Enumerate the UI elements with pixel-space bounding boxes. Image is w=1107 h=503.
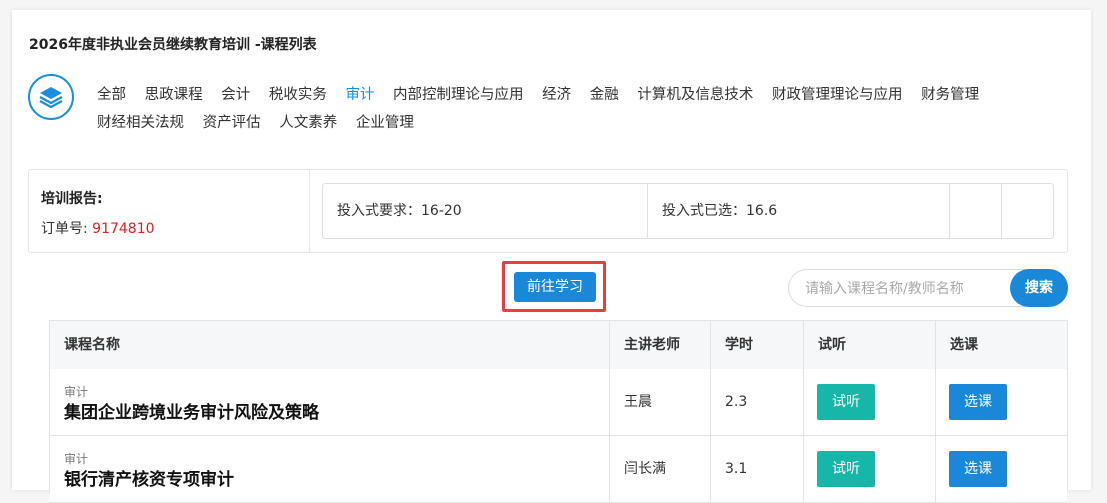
select-cell: 选课 — [936, 436, 1067, 502]
report-info: 培训报告: 订单号: 9174810 — [29, 170, 310, 252]
teacher-cell: 王晨 — [610, 369, 711, 435]
listen-button[interactable]: 试听 — [817, 451, 875, 487]
training-report-panel: 培训报告: 订单号: 9174810 投入式要求：16-20 投入式已选：16.… — [28, 169, 1068, 253]
table-header: 课程名称 主讲老师 学时 试听 选课 — [50, 321, 1067, 370]
hours-cell: 2.3 — [711, 369, 804, 435]
category-accounting[interactable]: 会计 — [221, 87, 250, 103]
header-teacher: 主讲老师 — [610, 321, 711, 369]
course-name: 集团企业跨境业务审计风险及策略 — [64, 403, 319, 423]
select-course-button[interactable]: 选课 — [949, 384, 1007, 420]
order-label: 订单号: — [41, 221, 93, 237]
table-row: 审计 集团企业跨境业务审计风险及策略 王晨 2.3 试听 选课 — [50, 369, 1067, 436]
order-info: 订单号: 9174810 — [41, 218, 155, 238]
teacher-cell: 闫长满 — [610, 436, 711, 502]
category-it[interactable]: 计算机及信息技术 — [637, 87, 753, 103]
requirement-text: 投入式要求：16-20 — [323, 184, 648, 238]
listen-cell: 试听 — [804, 436, 936, 502]
select-course-button[interactable]: 选课 — [949, 451, 1007, 487]
go-study-button[interactable]: 前往学习 — [514, 272, 596, 302]
category-nav: 全部 思政课程 会计 税收实务 审计 内部控制理论与应用 经济 金融 计算机及信… — [97, 81, 1067, 137]
category-humanities[interactable]: 人文素养 — [279, 115, 337, 131]
category-tax[interactable]: 税收实务 — [269, 87, 327, 103]
hours-summary: 投入式要求：16-20 投入式已选：16.6 — [322, 183, 1054, 239]
selected-text: 投入式已选：16.6 — [648, 184, 950, 238]
category-fiscal-management[interactable]: 财政管理理论与应用 — [772, 87, 903, 103]
header-hours: 学时 — [711, 321, 804, 369]
order-number: 9174810 — [92, 221, 155, 237]
listen-cell: 试听 — [804, 369, 936, 435]
category-regulations[interactable]: 财经相关法规 — [97, 115, 184, 131]
header-select: 选课 — [950, 337, 978, 353]
course-cell: 审计 集团企业跨境业务审计风险及策略 — [50, 369, 610, 435]
category-asset-appraisal[interactable]: 资产评估 — [203, 115, 261, 131]
category-all[interactable]: 全部 — [97, 87, 126, 103]
summary-empty-cell — [950, 184, 1002, 238]
category-economics[interactable]: 经济 — [542, 87, 571, 103]
category-finance[interactable]: 金融 — [590, 87, 619, 103]
header-listen: 试听 — [804, 321, 936, 369]
category-financial-management[interactable]: 财务管理 — [921, 87, 979, 103]
course-cell: 审计 银行清产核资专项审计 — [50, 436, 610, 502]
layers-icon — [28, 74, 74, 120]
course-table: 课程名称 主讲老师 学时 试听 选课 审计 集团企业跨境业务审计风险及策略 王晨… — [49, 320, 1068, 503]
category-internal-control[interactable]: 内部控制理论与应用 — [393, 87, 524, 103]
search-input[interactable] — [803, 278, 1007, 300]
header-course-name: 课程名称 — [50, 321, 610, 369]
page-title: 2026年度非执业会员继续教育培训 -课程列表 — [29, 37, 317, 53]
select-cell: 选课 — [936, 369, 1067, 435]
listen-button[interactable]: 试听 — [817, 384, 875, 420]
search-button[interactable]: 搜索 — [1010, 269, 1068, 307]
category-audit[interactable]: 审计 — [345, 87, 374, 103]
category-enterprise-management[interactable]: 企业管理 — [356, 115, 414, 131]
report-label: 培训报告: — [41, 191, 103, 207]
category-ideology[interactable]: 思政课程 — [145, 87, 203, 103]
hours-cell: 3.1 — [711, 436, 804, 502]
course-name: 银行清产核资专项审计 — [64, 470, 234, 490]
table-row: 审计 银行清产核资专项审计 闫长满 3.1 试听 选课 — [50, 436, 1067, 503]
